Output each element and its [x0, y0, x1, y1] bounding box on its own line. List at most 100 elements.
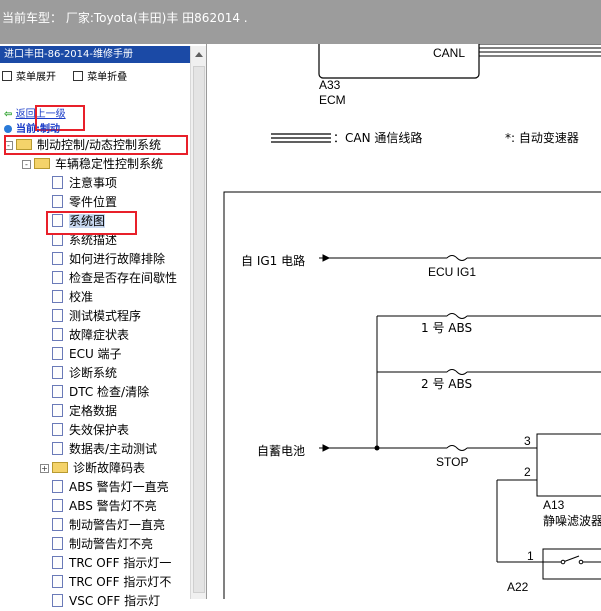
- tree-item[interactable]: 检查是否存在间歇性: [52, 269, 177, 288]
- document-icon: [52, 385, 63, 398]
- manual-header: 进口丰田-86-2014-维修手册: [0, 46, 194, 63]
- switch-terminal: [578, 559, 584, 565]
- fuse-stop-label: STOP: [436, 455, 468, 469]
- a13-name: 静噪滤波器: [543, 514, 601, 528]
- legend-can: ：CAN 通信线路: [333, 130, 422, 145]
- tree-item-label: ABS 警告灯不亮: [69, 499, 157, 513]
- ecm-name: ECM: [319, 93, 346, 107]
- battery-label: 自蓄电池: [257, 444, 305, 458]
- diagram-panel: CANL A33 ECM ：CAN 通信线路 *: 自动变速器 自 IG1 电路…: [206, 44, 601, 599]
- expand-node-icon[interactable]: +: [40, 464, 49, 473]
- fuse-symbol: [446, 313, 468, 319]
- arrow-marker: [319, 444, 331, 452]
- document-icon: [52, 347, 63, 360]
- tree-item-label: TRC OFF 指示灯一: [69, 556, 172, 570]
- fuse-symbol: [446, 255, 468, 261]
- document-icon: [52, 537, 63, 550]
- a13-code: A13: [543, 498, 565, 512]
- tree-item[interactable]: 诊断系统: [52, 364, 117, 383]
- document-icon: [52, 556, 63, 569]
- document-icon: [52, 176, 63, 189]
- highlight-category: [4, 135, 188, 155]
- tree-item-label: 定格数据: [69, 404, 118, 418]
- fuse-abs1-label: 1 号 ABS: [421, 321, 472, 335]
- tree-item[interactable]: 定格数据: [52, 402, 117, 421]
- scroll-thumb[interactable]: [193, 66, 205, 593]
- document-icon: [52, 499, 63, 512]
- tree-item[interactable]: VSC OFF 指示灯: [52, 592, 160, 611]
- wiring-diagram: CANL A33 ECM ：CAN 通信线路 *: 自动变速器 自 IG1 电路…: [223, 44, 601, 599]
- tree-item[interactable]: + 诊断故障码表: [40, 459, 145, 478]
- tree-item[interactable]: 制动警告灯一直亮: [52, 516, 165, 535]
- tree-item-label: 检查是否存在间歇性: [69, 271, 178, 285]
- a22-box: [542, 548, 601, 580]
- menu-toolbar: 菜单展开 菜单折叠: [2, 68, 141, 83]
- fuse-symbol: [446, 369, 468, 375]
- tree-item-label: TRC OFF 指示灯不: [69, 575, 172, 589]
- collapse-all-button[interactable]: 菜单折叠: [73, 71, 127, 83]
- document-icon: [52, 480, 63, 493]
- tree-item[interactable]: TRC OFF 指示灯不: [52, 573, 171, 592]
- tree-item-label: 系统描述: [69, 233, 118, 247]
- ecm-code: A33: [319, 78, 341, 92]
- tree-item[interactable]: 零件位置: [52, 193, 117, 212]
- document-icon: [52, 252, 63, 265]
- tree-item[interactable]: TRC OFF 指示灯一: [52, 554, 171, 573]
- a13-box: [536, 433, 601, 497]
- expand-icon: [2, 71, 12, 81]
- tree-item-label: DTC 检查/清除: [69, 385, 150, 399]
- tree-item[interactable]: - 车辆稳定性控制系统: [22, 155, 163, 174]
- tree-item[interactable]: ABS 警告灯不亮: [52, 497, 157, 516]
- tree-item-label: 车辆稳定性控制系统: [55, 157, 164, 171]
- pin-2: 2: [524, 465, 531, 479]
- junction-dot: [374, 445, 380, 451]
- switch-contact: [562, 555, 580, 563]
- tree-item[interactable]: ECU 端子: [52, 345, 122, 364]
- tree-item-label: 诊断故障码表: [73, 461, 146, 475]
- folder-icon: [52, 462, 68, 473]
- legend-star: *: 自动变速器: [505, 130, 579, 145]
- tree-item[interactable]: 注意事项: [52, 174, 117, 193]
- window-title: 当前车型： 厂家:Toyota(丰田)丰 田862014 .: [2, 11, 248, 25]
- tree-item[interactable]: 数据表/主动测试: [52, 440, 157, 459]
- tree-item-label: 校准: [69, 290, 94, 304]
- person-icon: [4, 125, 12, 133]
- scroll-up-icon[interactable]: [195, 52, 203, 57]
- fuse-abs2-label: 2 号 ABS: [421, 377, 472, 391]
- folder-icon: [34, 158, 50, 169]
- tree-item-label: 注意事项: [69, 176, 118, 190]
- tree-item-label: 故障症状表: [69, 328, 130, 342]
- a22-code: A22: [507, 580, 529, 594]
- tree-item[interactable]: 校准: [52, 288, 93, 307]
- tree-item[interactable]: 制动警告灯不亮: [52, 535, 153, 554]
- expand-all-button[interactable]: 菜单展开: [2, 71, 56, 83]
- tree-item-label: 测试模式程序: [69, 309, 142, 323]
- switch-terminal: [560, 559, 566, 565]
- document-icon: [52, 271, 63, 284]
- tree-item[interactable]: 测试模式程序: [52, 307, 141, 326]
- fuse-symbol: [446, 445, 468, 451]
- left-panel: 进口丰田-86-2014-维修手册 菜单展开 菜单折叠 ⇦ 返回上一级 当前:制…: [0, 44, 206, 608]
- ig1-label: 自 IG1 电路: [241, 253, 305, 268]
- tree-item[interactable]: 故障症状表: [52, 326, 129, 345]
- document-icon: [52, 442, 63, 455]
- left-scrollbar[interactable]: [190, 46, 206, 599]
- tree-item-label: 制动警告灯一直亮: [69, 518, 166, 532]
- tree-item-label: ABS 警告灯一直亮: [69, 480, 169, 494]
- document-icon: [52, 423, 63, 436]
- pin-3: 3: [524, 434, 531, 448]
- tree-item[interactable]: 失效保护表: [52, 421, 129, 440]
- canl-label: CANL: [433, 46, 465, 60]
- document-icon: [52, 366, 63, 379]
- tree-item[interactable]: 如何进行故障排除: [52, 250, 165, 269]
- pin-1: 1: [527, 549, 534, 563]
- document-icon: [52, 328, 63, 341]
- collapse-node-icon[interactable]: -: [22, 160, 31, 169]
- back-arrow-icon: ⇦: [4, 109, 13, 120]
- tree-item[interactable]: DTC 检查/清除: [52, 383, 149, 402]
- tree-item-label: VSC OFF 指示灯: [69, 594, 161, 608]
- document-icon: [52, 594, 63, 607]
- tree-item[interactable]: ABS 警告灯一直亮: [52, 478, 169, 497]
- tree-item-label: 失效保护表: [69, 423, 130, 437]
- document-icon: [52, 195, 63, 208]
